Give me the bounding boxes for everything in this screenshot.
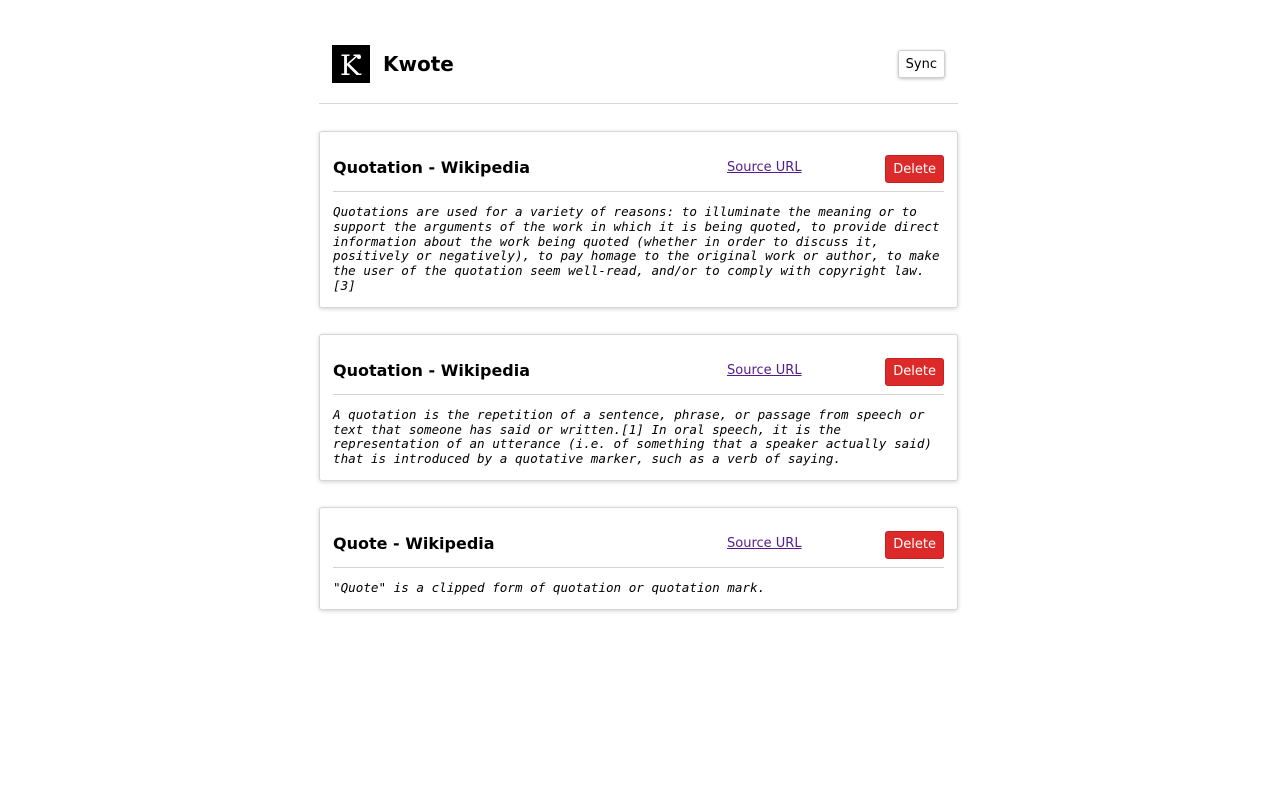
source-url-link[interactable]: Source URL (727, 535, 802, 553)
quote-card-header: Quote - Wikipedia Source URL Delete (333, 508, 944, 568)
quote-card: Quotation - Wikipedia Source URL Delete … (319, 333, 958, 481)
svg-text:K: K (340, 49, 362, 79)
quote-card: Quote - Wikipedia Source URL Delete "Quo… (319, 506, 958, 610)
kwote-logo-icon: K (332, 45, 370, 83)
quote-text: "Quote" is a clipped form of quotation o… (333, 579, 766, 595)
quote-title: Quotation - Wikipedia (333, 158, 531, 177)
app-title: Kwote (383, 52, 454, 76)
quote-title: Quote - Wikipedia (333, 533, 495, 553)
quote-list: Quotation - Wikipedia Source URL Delete … (319, 131, 958, 610)
quote-card: Quotation - Wikipedia Source URL Delete … (319, 131, 958, 308)
sync-button[interactable]: Sync (897, 50, 945, 78)
quote-text: A quotation is the repetition of a sente… (333, 406, 932, 467)
quote-card-header: Quotation - Wikipedia Source URL Delete (333, 335, 944, 395)
source-url-link[interactable]: Source URL (727, 159, 802, 177)
logo-letter-icon: K (340, 49, 362, 79)
delete-button[interactable]: Delete (885, 357, 944, 386)
delete-button[interactable]: Delete (885, 155, 944, 183)
delete-button[interactable]: Delete (885, 530, 944, 559)
quote-text: Quotations are used for a variety of rea… (333, 204, 940, 293)
app-header: K Kwote Sync (319, 28, 958, 104)
app-container: K Kwote Sync Quotation - Wikipedia Sourc… (319, 28, 958, 636)
source-url-link[interactable]: Source URL (727, 362, 802, 380)
quote-card-header: Quotation - Wikipedia Source URL Delete (333, 132, 944, 192)
quote-title: Quotation - Wikipedia (333, 360, 531, 380)
